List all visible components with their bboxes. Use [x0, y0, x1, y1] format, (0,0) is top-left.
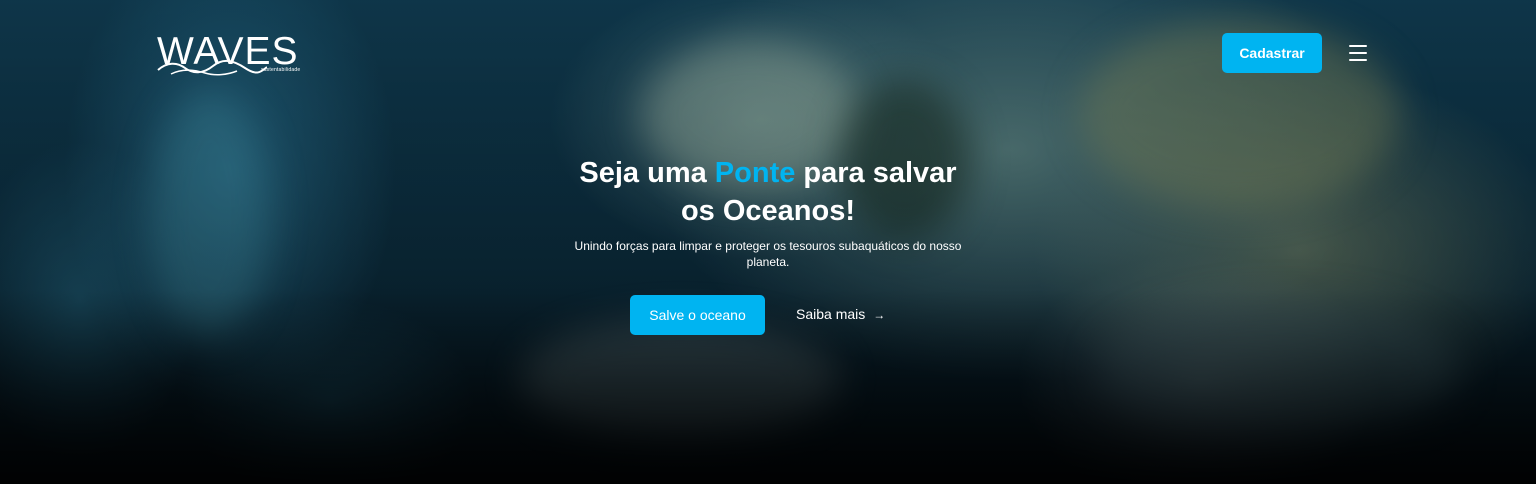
hero-actions: Salve o oceano Saiba mais →: [630, 295, 930, 335]
hero-title-after: os Oceanos!: [680, 195, 856, 227]
signup-button[interactable]: Cadastrar: [1222, 33, 1322, 73]
hamburger-menu-icon[interactable]: [1346, 42, 1370, 64]
waves-logo-icon: [157, 60, 267, 76]
hero-title-before: Seja uma: [579, 157, 715, 189]
hero-title: Seja uma Ponte para salvar os Oceanos!: [579, 157, 957, 227]
hero-subtitle: Unindo forças para limpar e proteger os …: [574, 239, 962, 269]
learn-more-link[interactable]: Saiba mais →: [796, 306, 885, 322]
logo[interactable]: WAVES sustentabilidade: [157, 32, 307, 76]
hero-title-accent: Ponte: [714, 157, 796, 189]
save-ocean-button[interactable]: Salve o oceano: [630, 295, 765, 335]
logo-tagline: sustentabilidade: [261, 67, 301, 73]
arrow-right-icon: →: [873, 308, 886, 322]
hero-section: WAVES sustentabilidade Cadastrar Seja um…: [0, 0, 1536, 484]
hero-content: Seja uma Ponte para salvar os Oceanos! Un…: [468, 154, 1068, 270]
learn-more-label: Saiba mais: [796, 306, 866, 322]
